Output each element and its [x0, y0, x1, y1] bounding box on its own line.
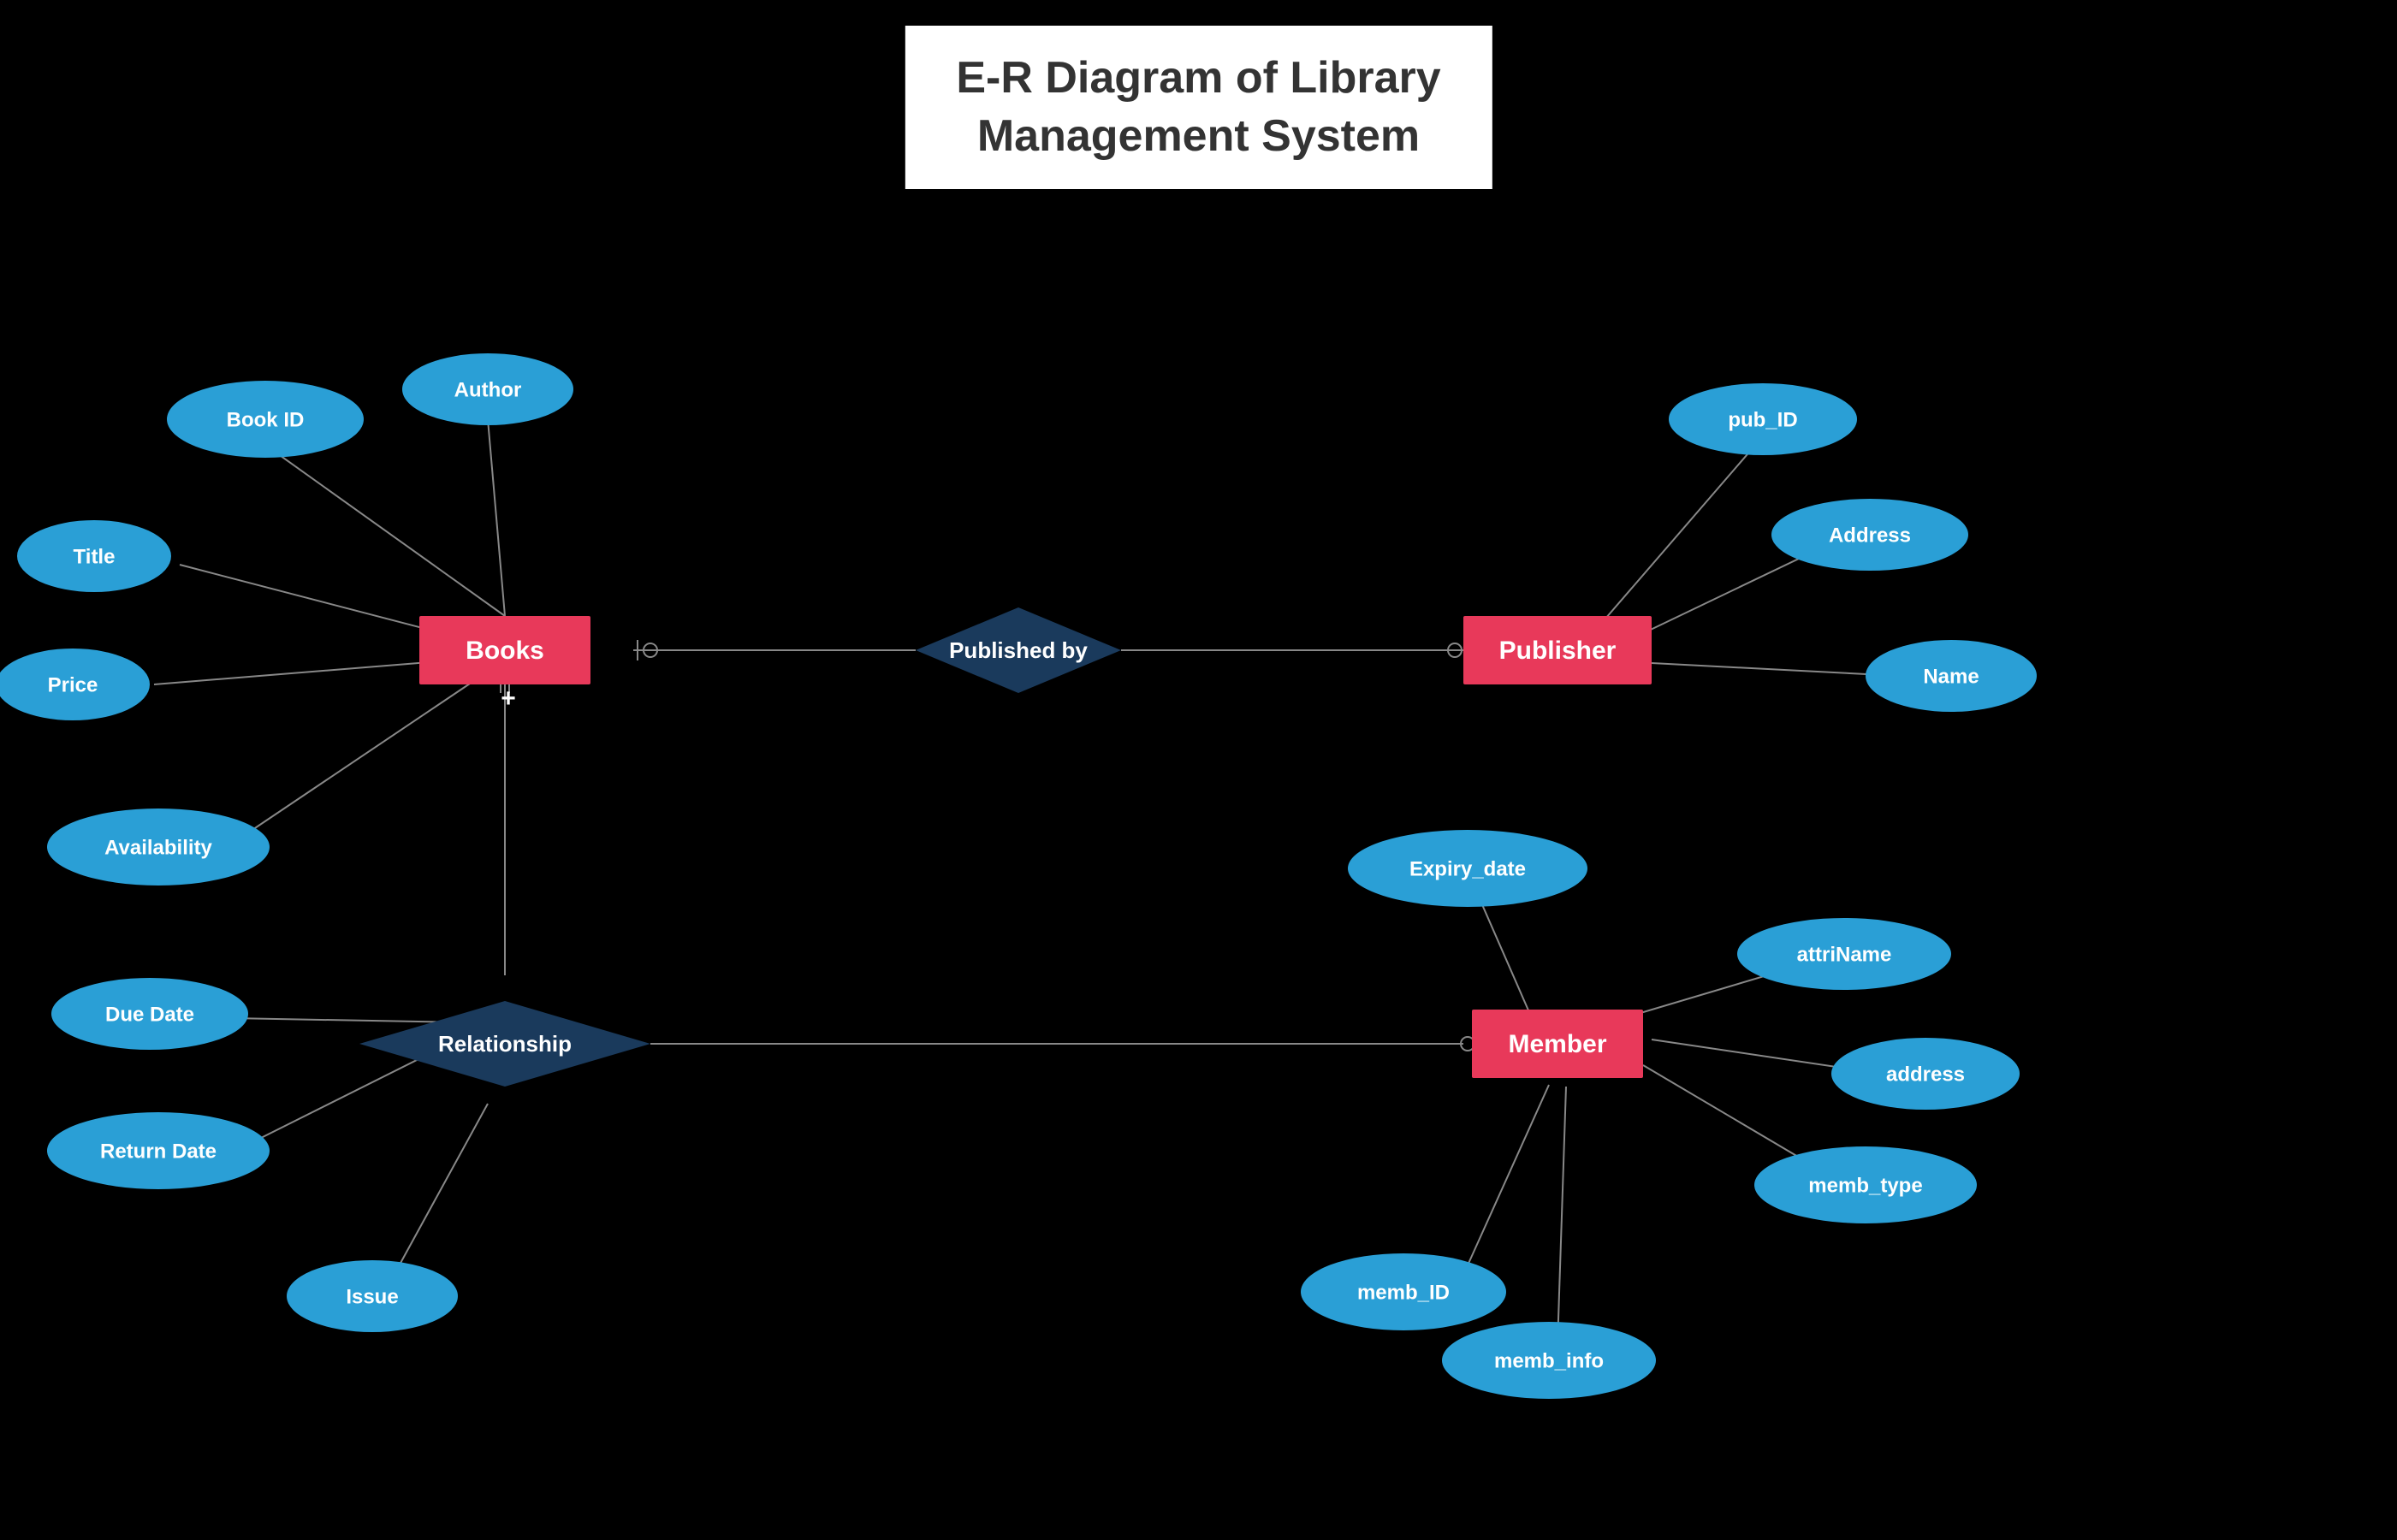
svg-text:Expiry_date: Expiry_date [1409, 857, 1526, 880]
svg-text:Return Date: Return Date [100, 1140, 217, 1163]
svg-text:Publisher: Publisher [1499, 637, 1617, 665]
svg-text:memb_type: memb_type [1808, 1174, 1922, 1197]
attribute-availability: Availability [47, 808, 270, 886]
svg-text:Due Date: Due Date [105, 1003, 194, 1026]
svg-text:Availability: Availability [104, 836, 212, 859]
attribute-address-member: address [1831, 1038, 2020, 1110]
attribute-memb-id: memb_ID [1301, 1253, 1506, 1330]
svg-text:memb_info: memb_info [1494, 1349, 1604, 1372]
attribute-address-publisher: Address [1771, 499, 1968, 571]
entity-publisher: Publisher [1463, 616, 1652, 684]
relationship-published-by: Published by [916, 607, 1121, 693]
svg-text:Published by: Published by [949, 637, 1088, 663]
attribute-book-id: Book ID [167, 381, 364, 458]
attribute-expiry-date: Expiry_date [1348, 830, 1587, 907]
attribute-return-date: Return Date [47, 1112, 270, 1189]
svg-text:Address: Address [1829, 524, 1911, 547]
relationship-borrow: Relationship [359, 1001, 650, 1087]
attribute-name: Name [1866, 640, 2037, 712]
svg-text:address: address [1886, 1063, 1965, 1086]
svg-text:Name: Name [1923, 665, 1979, 688]
attribute-due-date: Due Date [51, 978, 248, 1050]
attribute-attri-name: attriName [1737, 918, 1951, 990]
attribute-issue: Issue [287, 1260, 458, 1332]
svg-text:Books: Books [466, 637, 544, 665]
attribute-memb-info: memb_info [1442, 1322, 1656, 1399]
svg-text:Issue: Issue [346, 1285, 398, 1308]
svg-text:attriName: attriName [1797, 943, 1892, 966]
svg-text:Author: Author [454, 378, 522, 401]
attribute-memb-type: memb_type [1754, 1146, 1977, 1223]
svg-text:Title: Title [74, 545, 116, 568]
svg-text:memb_ID: memb_ID [1357, 1281, 1450, 1304]
svg-text:Relationship: Relationship [438, 1031, 572, 1057]
entity-books: Books + [419, 616, 590, 713]
svg-text:Price: Price [48, 673, 98, 696]
attribute-price: Price [0, 649, 150, 720]
attribute-title: Title [17, 520, 171, 592]
er-diagram: Books + Publisher Member Published by Re… [0, 0, 2397, 1540]
svg-text:Book ID: Book ID [227, 408, 305, 431]
svg-text:pub_ID: pub_ID [1728, 408, 1797, 431]
svg-text:+: + [501, 684, 516, 713]
svg-text:Member: Member [1508, 1030, 1606, 1058]
entity-member: Member [1472, 1010, 1643, 1078]
attribute-pub-id: pub_ID [1669, 383, 1857, 455]
attribute-author: Author [402, 353, 573, 425]
